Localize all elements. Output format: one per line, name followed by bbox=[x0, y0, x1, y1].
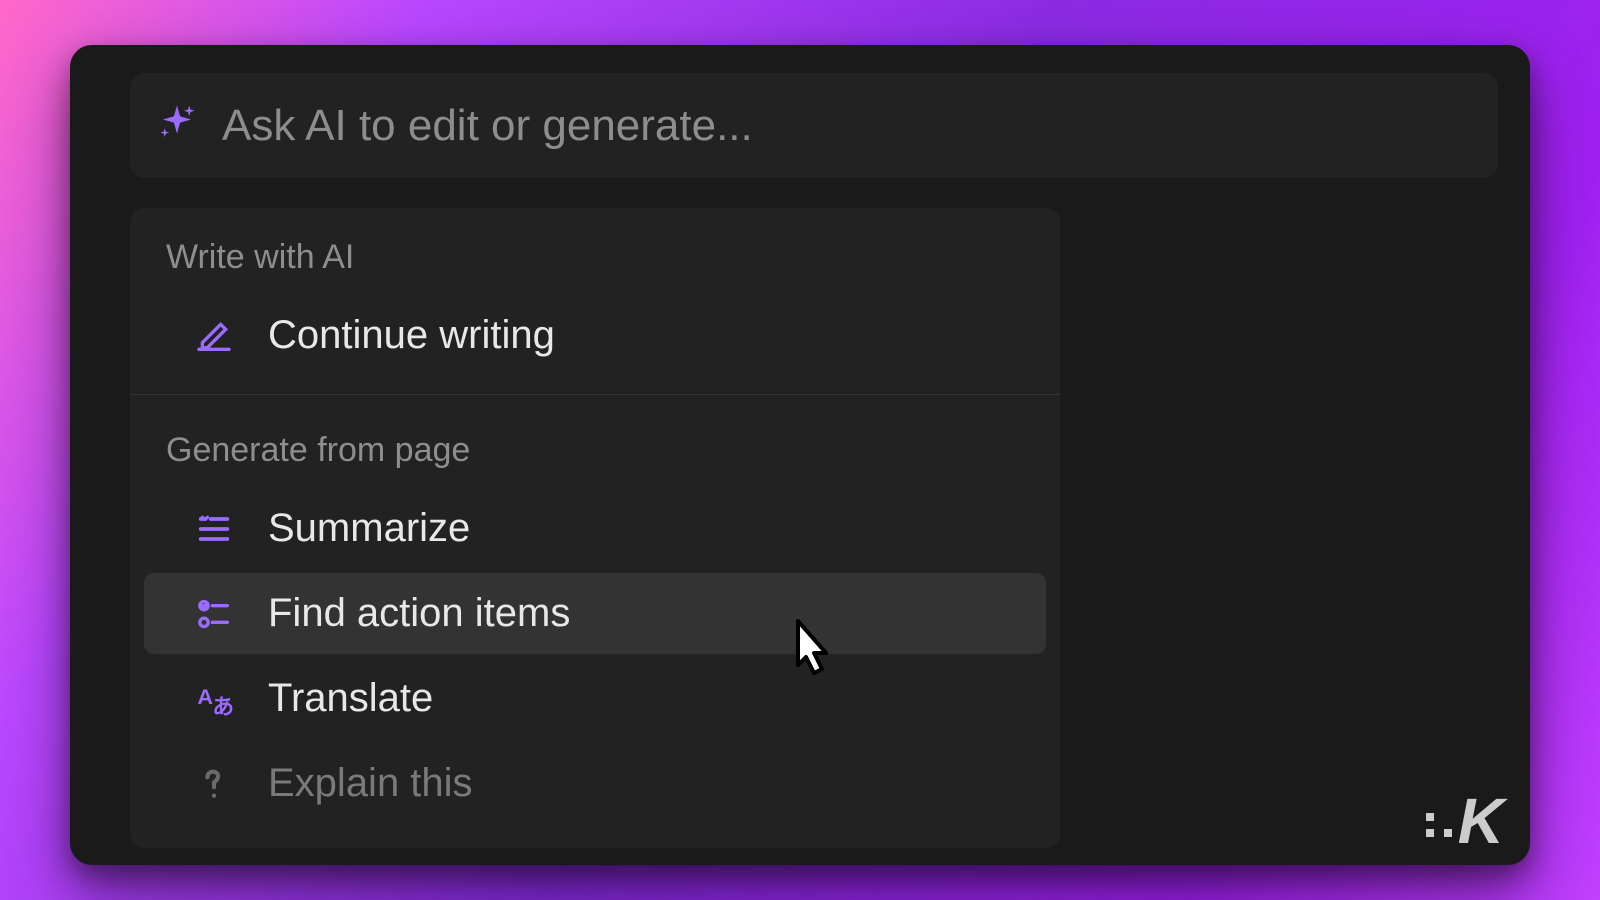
ai-menu: Write with AI Continue writing Generate … bbox=[130, 208, 1060, 848]
section-label-generate: Generate from page bbox=[130, 403, 1060, 484]
menu-item-label: Find action items bbox=[268, 591, 570, 636]
summary-lines-icon bbox=[192, 509, 236, 549]
section-label-write: Write with AI bbox=[130, 208, 1060, 291]
menu-item-label: Summarize bbox=[268, 506, 470, 551]
question-icon bbox=[192, 764, 236, 804]
menu-item-label: Explain this bbox=[268, 761, 473, 806]
ai-prompt-input[interactable] bbox=[222, 101, 1472, 151]
menu-item-explain-this[interactable]: Explain this bbox=[144, 743, 1046, 824]
svg-text:あ: あ bbox=[212, 694, 234, 719]
ai-prompt-bar[interactable] bbox=[130, 73, 1498, 178]
ai-popover: Write with AI Continue writing Generate … bbox=[70, 45, 1530, 865]
translate-icon: A あ bbox=[192, 679, 236, 719]
menu-item-label: Translate bbox=[268, 676, 433, 721]
menu-item-translate[interactable]: A あ Translate bbox=[144, 658, 1046, 739]
menu-divider bbox=[130, 394, 1060, 395]
checklist-icon bbox=[192, 594, 236, 634]
menu-item-continue-writing[interactable]: Continue writing bbox=[144, 295, 1046, 376]
watermark-letter: K bbox=[1458, 796, 1502, 847]
menu-item-summarize[interactable]: Summarize bbox=[144, 488, 1046, 569]
watermark-logo: K bbox=[1426, 796, 1502, 847]
svg-text:A: A bbox=[197, 684, 213, 709]
sparkle-icon bbox=[156, 102, 198, 149]
menu-item-label: Continue writing bbox=[268, 313, 555, 358]
pencil-line-icon bbox=[192, 316, 236, 356]
menu-item-find-action-items[interactable]: Find action items bbox=[144, 573, 1046, 654]
